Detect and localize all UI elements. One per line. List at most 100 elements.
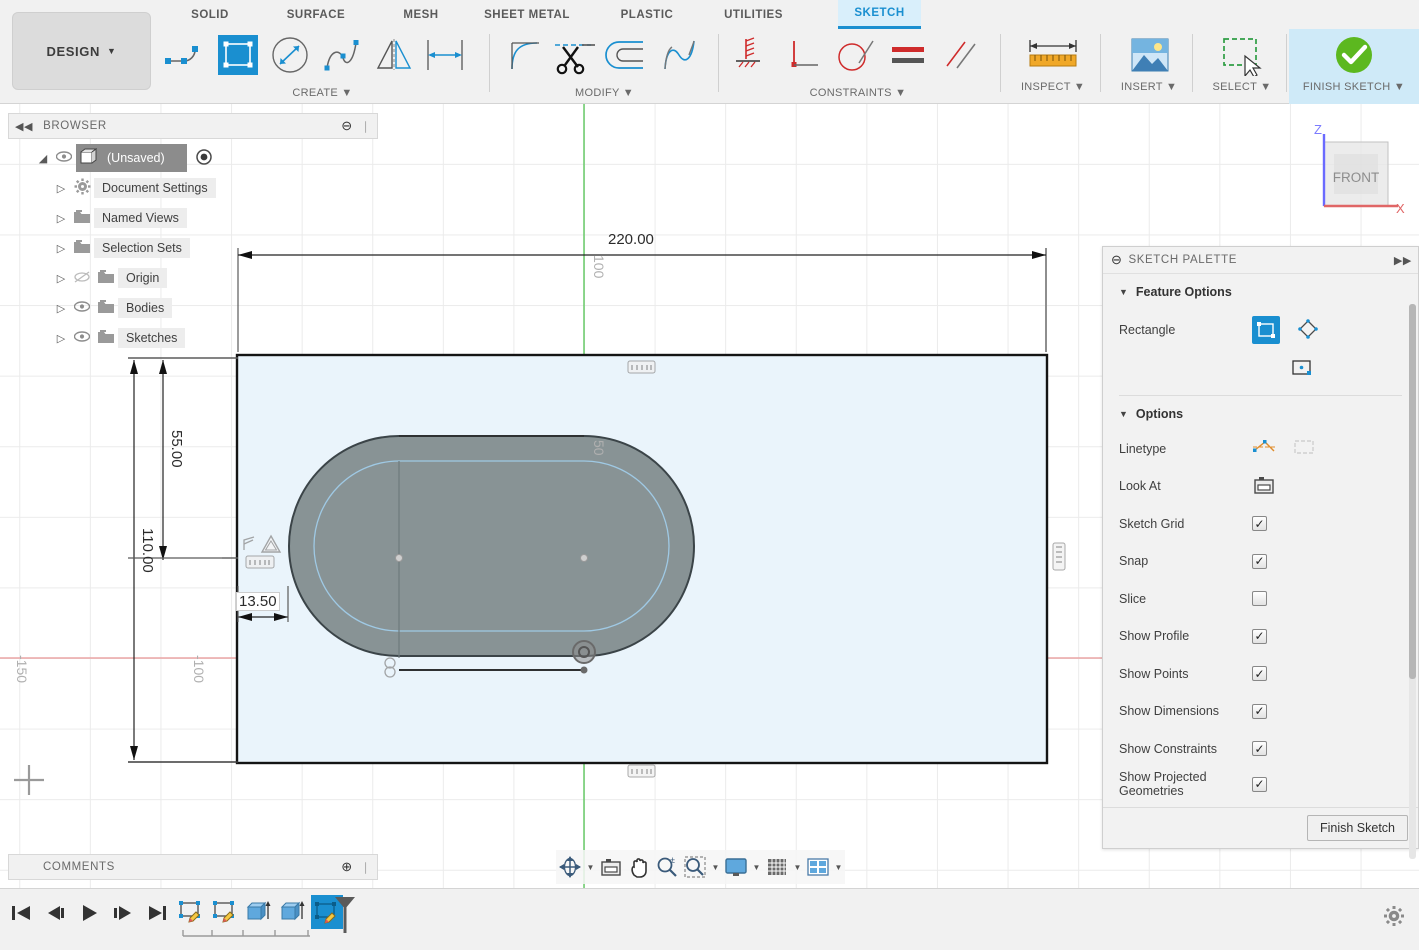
parallel-icon[interactable] <box>934 29 986 81</box>
dimension-width-label[interactable]: 220.00 <box>608 231 654 248</box>
rectangle-icon[interactable] <box>212 29 264 81</box>
step-back-icon[interactable] <box>42 899 68 927</box>
eye-icon[interactable] <box>52 151 76 165</box>
eye-hidden-icon[interactable] <box>70 271 94 286</box>
spline-icon[interactable] <box>316 29 368 81</box>
play-icon[interactable] <box>76 899 102 927</box>
circle-icon[interactable] <box>264 29 316 81</box>
pan-hand-icon[interactable] <box>625 852 653 882</box>
ribbon-group-create-label[interactable]: CREATE ▼ <box>160 87 485 99</box>
radio-active-icon[interactable] <box>196 149 212 168</box>
viewports-icon[interactable] <box>804 852 832 882</box>
dimension-55-label[interactable]: 55.00 <box>168 430 185 468</box>
grid-snaps-icon[interactable] <box>763 852 791 882</box>
grid-snaps-dropdown-caret-icon[interactable]: ▼ <box>791 863 804 872</box>
tab-sketch[interactable]: SKETCH <box>838 0 921 29</box>
show-dimensions-checkbox[interactable]: ✓ <box>1252 704 1267 719</box>
two-point-rectangle-icon[interactable] <box>1252 316 1280 344</box>
look-at-icon[interactable] <box>597 852 625 882</box>
sketch-dimension-icon[interactable] <box>420 29 472 81</box>
tab-surface[interactable]: SURFACE <box>271 0 361 29</box>
sketch-grid-checkbox[interactable]: ✓ <box>1252 516 1267 531</box>
browser-item-selection-sets[interactable]: ▷ Selection Sets <box>8 233 378 263</box>
ribbon-group-constraints-label[interactable]: CONSTRAINTS ▼ <box>726 87 990 99</box>
ribbon-group-select[interactable]: SELECT ▼ <box>1200 29 1284 104</box>
eye-icon[interactable] <box>70 301 94 315</box>
offset-icon[interactable] <box>601 29 653 81</box>
active-sketch-feature-icon[interactable] <box>311 895 343 929</box>
ribbon-group-inspect[interactable]: INSPECT ▼ <box>1008 29 1098 104</box>
chevron-right-icon[interactable]: ▷ <box>52 212 70 225</box>
browser-item-origin[interactable]: ▷ Origin <box>8 263 378 293</box>
trim-scissors-icon[interactable] <box>549 29 601 81</box>
break-curve-icon[interactable] <box>653 29 705 81</box>
center-rectangle-icon[interactable] <box>1290 358 1314 381</box>
ribbon-group-modify-label[interactable]: MODIFY ▼ <box>497 87 712 99</box>
snap-checkbox[interactable]: ✓ <box>1252 554 1267 569</box>
tab-mesh[interactable]: MESH <box>386 0 456 29</box>
browser-item-named-views[interactable]: ▷ Named Views <box>8 203 378 233</box>
fillet-icon[interactable] <box>497 29 549 81</box>
section-options[interactable]: ▼ Options <box>1103 396 1418 430</box>
minimize-icon[interactable]: ⊖ <box>341 118 353 134</box>
tab-utilities[interactable]: UTILITIES <box>706 0 801 29</box>
eye-icon[interactable] <box>70 331 94 345</box>
browser-item-document-settings[interactable]: ▷ Document Settings <box>8 173 378 203</box>
three-point-rectangle-icon[interactable] <box>1296 317 1320 344</box>
browser-item-bodies[interactable]: ▷ Bodies <box>8 293 378 323</box>
tab-plastic[interactable]: PLASTIC <box>603 0 691 29</box>
show-profile-checkbox[interactable]: ✓ <box>1252 629 1267 644</box>
show-projected-geometries-checkbox[interactable]: ✓ <box>1252 777 1267 792</box>
viewports-dropdown-caret-icon[interactable]: ▼ <box>832 863 845 872</box>
display-settings-icon[interactable] <box>722 852 750 882</box>
finish-sketch-ribbon-button[interactable]: FINISH SKETCH ▼ <box>1289 29 1419 104</box>
line-arc-icon[interactable] <box>160 29 212 81</box>
centerline-linetype-icon[interactable] <box>1292 437 1316 460</box>
panel-grip-icon[interactable]: ❘ <box>361 119 371 133</box>
chevron-right-icon[interactable]: ▷ <box>52 242 70 255</box>
tangent-icon[interactable] <box>830 29 882 81</box>
collapse-left-icon[interactable]: ◀◀ <box>15 120 33 133</box>
step-forward-icon[interactable] <box>110 899 136 927</box>
expand-arrow-icon[interactable]: ◢ <box>34 152 52 165</box>
palette-scrollbar[interactable] <box>1409 304 1416 859</box>
workspace-switcher-button[interactable]: DESIGN ▼ <box>12 12 151 90</box>
chevron-right-icon[interactable]: ▷ <box>52 182 70 195</box>
minus-circle-icon[interactable]: ⊖ <box>1111 252 1123 268</box>
browser-root-node[interactable]: ◢ (Unsaved) <box>8 143 378 173</box>
fix-ground-icon[interactable] <box>726 29 778 81</box>
chevron-right-icon[interactable]: ▷ <box>52 302 70 315</box>
browser-item-sketches[interactable]: ▷ Sketches <box>8 323 378 353</box>
dimension-1350-label[interactable]: 13.50 <box>236 592 280 611</box>
construction-linetype-icon[interactable] <box>1252 437 1276 460</box>
chevron-right-icon[interactable]: ▷ <box>52 332 70 345</box>
go-to-end-icon[interactable] <box>144 899 170 927</box>
sketch-feature-icon[interactable] <box>175 895 205 927</box>
chevron-right-icon[interactable]: ▷ <box>52 272 70 285</box>
browser-root-row[interactable]: (Unsaved) <box>76 144 187 172</box>
gear-icon[interactable] <box>1383 905 1405 930</box>
view-cube[interactable]: Z X FRONT <box>1300 120 1410 230</box>
dimension-110-label[interactable]: 110.00 <box>139 528 156 573</box>
extrude-feature-icon[interactable] <box>243 895 273 927</box>
double-chevron-right-icon[interactable]: ▶▶ <box>1394 254 1412 267</box>
tab-sheet-metal[interactable]: SHEET METAL <box>468 0 586 29</box>
show-constraints-checkbox[interactable]: ✓ <box>1252 741 1267 756</box>
palette-scrollbar-thumb[interactable] <box>1409 304 1416 679</box>
display-settings-dropdown-caret-icon[interactable]: ▼ <box>750 863 763 872</box>
add-comment-icon[interactable]: ⊕ <box>341 859 353 875</box>
section-feature-options[interactable]: ▼ Feature Options <box>1103 274 1418 308</box>
finish-sketch-button[interactable]: Finish Sketch <box>1307 815 1408 841</box>
perpendicular-icon[interactable] <box>778 29 830 81</box>
ribbon-group-insert[interactable]: INSERT ▼ <box>1108 29 1190 104</box>
extrude-feature-icon[interactable] <box>277 895 307 927</box>
mirror-icon[interactable] <box>368 29 420 81</box>
zoom-icon[interactable]: ± <box>653 852 681 882</box>
equal-icon[interactable] <box>882 29 934 81</box>
tab-solid[interactable]: SOLID <box>175 0 245 29</box>
show-points-checkbox[interactable]: ✓ <box>1252 666 1267 681</box>
zoom-window-dropdown-caret-icon[interactable]: ▼ <box>709 863 722 872</box>
panel-grip-icon[interactable]: ❘ <box>361 860 371 874</box>
slice-checkbox[interactable] <box>1252 591 1267 606</box>
look-at-camera-icon[interactable] <box>1252 474 1276 499</box>
